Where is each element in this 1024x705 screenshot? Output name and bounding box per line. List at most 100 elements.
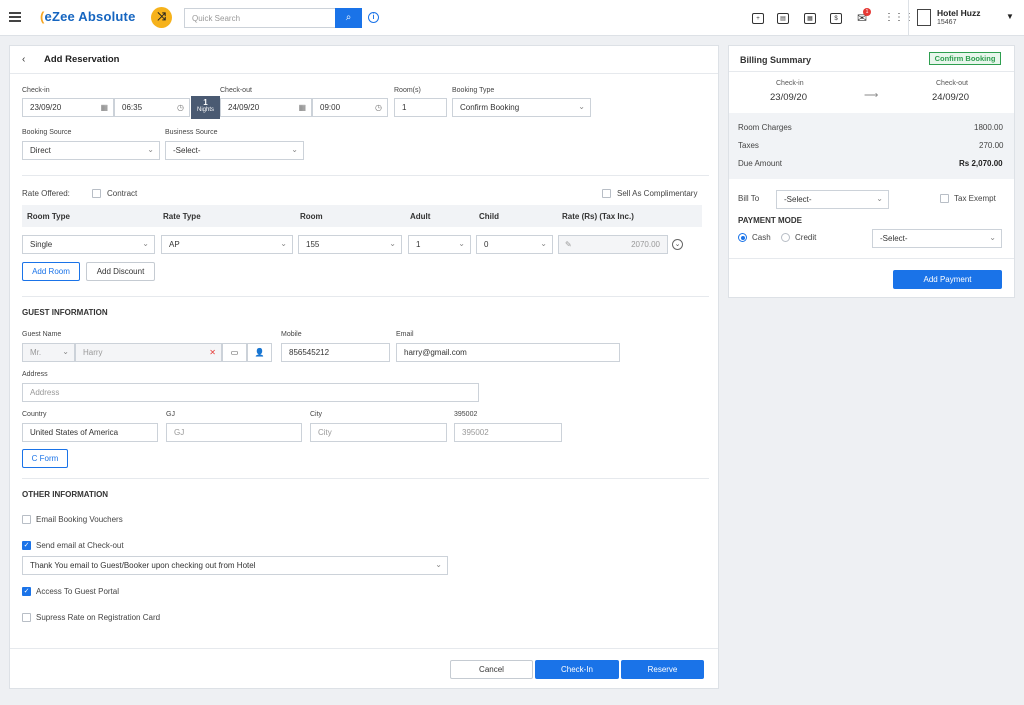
guest-portal-label: Access To Guest Portal: [36, 587, 119, 596]
email-label: Email: [396, 331, 414, 338]
contract-checkbox[interactable]: [92, 189, 101, 198]
shuffle-icon[interactable]: ⤨: [151, 7, 172, 28]
divider: [908, 0, 909, 36]
booking-type-select[interactable]: Confirm Booking ⌄: [452, 98, 591, 117]
clear-icon[interactable]: ✕: [209, 348, 216, 357]
email-input[interactable]: harry@gmail.com: [396, 343, 620, 362]
clock-icon: ◷: [177, 103, 184, 112]
reserve-button[interactable]: Reserve: [621, 660, 704, 679]
guest-portal-checkbox[interactable]: ✓: [22, 587, 31, 596]
adult-select[interactable]: 1 ⌄: [408, 235, 471, 254]
business-source-select[interactable]: -Select- ⌄: [165, 141, 304, 160]
top-bar: (eZee Absolute ⤨ Quick Search ⌕ i + ▤ ▦ …: [0, 0, 1024, 36]
tax-exempt-checkbox[interactable]: [940, 194, 949, 203]
nights-badge: 1 Nights: [191, 96, 220, 119]
cash-radio[interactable]: [738, 233, 747, 242]
room-charges-label: Room Charges: [738, 123, 792, 132]
guest-name-input[interactable]: Harry ✕: [75, 343, 222, 362]
state-input[interactable]: GJ: [166, 423, 302, 442]
mobile-input[interactable]: 856545212: [281, 343, 390, 362]
calendar-add-icon[interactable]: +: [752, 13, 764, 24]
payment-method-select[interactable]: -Select- ⌄: [872, 229, 1002, 248]
id-card-button[interactable]: ▭: [222, 343, 247, 362]
due-amount-label: Due Amount: [738, 159, 783, 168]
col-rate: Rate (Rs) (Tax Inc.): [562, 212, 634, 221]
credit-radio[interactable]: [781, 233, 790, 242]
suppress-rate-checkbox[interactable]: [22, 613, 31, 622]
send-email-checkout-checkbox[interactable]: ✓: [22, 541, 31, 550]
chevron-down-icon: ⌄: [989, 233, 996, 242]
divider: [729, 258, 1014, 259]
email-vouchers-checkbox[interactable]: [22, 515, 31, 524]
checkout-time-field[interactable]: 09:00 ◷: [312, 98, 388, 117]
zip-input[interactable]: 395002: [454, 423, 562, 442]
business-source-label: Business Source: [165, 129, 218, 136]
chevron-down-icon[interactable]: ▼: [1006, 12, 1014, 21]
add-payment-button[interactable]: Add Payment: [893, 270, 1002, 289]
keyboard-icon[interactable]: ▤: [777, 13, 789, 24]
checkin-date-field[interactable]: 23/09/20 ▦: [22, 98, 114, 117]
child-select[interactable]: 0 ⌄: [476, 235, 553, 254]
search-button[interactable]: ⌕: [335, 8, 362, 28]
email-template-select[interactable]: Thank You email to Guest/Booker upon che…: [22, 556, 448, 575]
room-charges-value: 1800.00: [974, 123, 1003, 132]
user-icon: 👤: [254, 348, 265, 357]
complimentary-checkbox[interactable]: [602, 189, 611, 198]
add-room-button[interactable]: Add Room: [22, 262, 80, 281]
checkin-label: Check-in: [22, 87, 50, 94]
booking-source-select[interactable]: Direct ⌄: [22, 141, 160, 160]
chevron-down-icon: ⌄: [578, 102, 585, 111]
billing-title: Billing Summary: [740, 55, 812, 65]
status-badge: Confirm Booking: [929, 52, 1001, 65]
hotel-name[interactable]: Hotel Huzz: [937, 8, 980, 18]
room-select[interactable]: 155 ⌄: [298, 235, 402, 254]
cform-button[interactable]: C Form: [22, 449, 68, 468]
cancel-button[interactable]: Cancel: [450, 660, 533, 679]
brand-logo[interactable]: (eZee Absolute: [40, 9, 136, 24]
address-input[interactable]: Address: [22, 383, 479, 402]
calendar-icon[interactable]: ▦: [804, 13, 816, 24]
rooms-label: Room(s): [394, 87, 421, 94]
info-icon[interactable]: i: [368, 12, 379, 23]
expand-circle-icon[interactable]: ⌄: [672, 239, 683, 250]
menu-icon[interactable]: [9, 12, 21, 22]
salutation-select[interactable]: Mr. ⌄: [22, 343, 75, 362]
address-label: Address: [22, 371, 48, 378]
zip-label: 395002: [454, 411, 478, 418]
divider: [729, 71, 1014, 72]
chevron-down-icon: ⌄: [389, 239, 396, 248]
report-icon[interactable]: $: [830, 13, 842, 24]
back-icon[interactable]: ‹: [22, 54, 25, 65]
col-rate-type: Rate Type: [163, 212, 201, 221]
city-label: City: [310, 411, 323, 418]
col-room: Room: [300, 212, 323, 221]
edit-icon: ✎: [565, 240, 572, 249]
checkin-time-field[interactable]: 06:35 ◷: [114, 98, 190, 117]
divider: [22, 478, 709, 479]
apps-grid-icon[interactable]: ⋮⋮⋮: [884, 11, 914, 25]
country-input[interactable]: United States of America: [22, 423, 158, 442]
billing-checkout-label: Check-out: [936, 80, 968, 87]
notification-badge: 1: [863, 8, 871, 16]
id-card-icon: ▭: [230, 348, 239, 357]
city-input[interactable]: City: [310, 423, 447, 442]
divider: [10, 73, 718, 74]
calendar-icon: ▦: [100, 103, 108, 112]
add-discount-button[interactable]: Add Discount: [86, 262, 155, 281]
bill-to-select[interactable]: -Select- ⌄: [776, 190, 889, 209]
credit-label: Credit: [795, 233, 817, 242]
booking-source-label: Booking Source: [22, 129, 72, 136]
taxes-label: Taxes: [738, 141, 759, 150]
guest-lookup-button[interactable]: 👤: [247, 343, 272, 362]
checkout-date-field[interactable]: 24/09/20 ▦: [220, 98, 312, 117]
hotel-id: 15467: [937, 19, 957, 26]
rate-field[interactable]: ✎ 2070.00: [558, 235, 668, 254]
rate-type-select[interactable]: AP ⌄: [161, 235, 293, 254]
country-label: Country: [22, 411, 47, 418]
rooms-input[interactable]: 1: [394, 98, 447, 117]
billing-checkout-date: 24/09/20: [932, 92, 969, 103]
search-input[interactable]: Quick Search: [184, 8, 336, 28]
due-amount-value: Rs 2,070.00: [959, 159, 1003, 168]
checkin-button[interactable]: Check-In: [535, 660, 619, 679]
room-type-select[interactable]: Single ⌄: [22, 235, 155, 254]
